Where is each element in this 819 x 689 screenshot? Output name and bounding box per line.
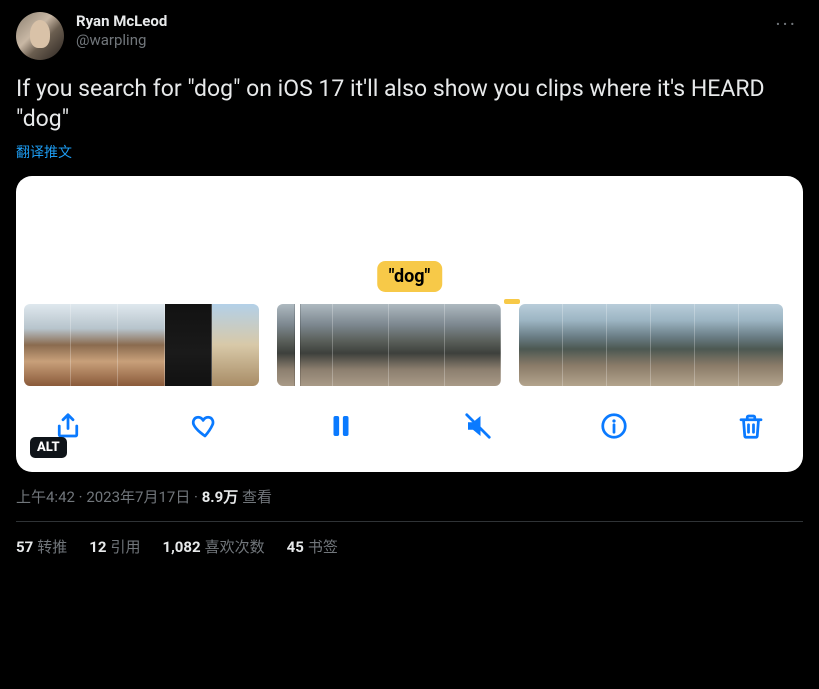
info-button[interactable] (598, 410, 630, 442)
video-frame (212, 304, 259, 386)
video-frame (651, 304, 695, 386)
video-frame (165, 304, 212, 386)
tweet-header: Ryan McLeod @warpling ··· (16, 12, 803, 60)
speaker-muted-icon (463, 411, 493, 441)
avatar[interactable] (16, 12, 64, 60)
tweet-text: If you search for "dog" on iOS 17 it'll … (16, 74, 803, 134)
pause-icon (326, 411, 356, 441)
tweet-meta: 上午4:42 · 2023年7月17日 · 8.9万 查看 (16, 486, 803, 507)
bookmarks-stat[interactable]: 45书签 (287, 536, 338, 557)
clip-group[interactable] (277, 304, 501, 386)
video-frame (695, 304, 739, 386)
scrubber-row[interactable] (16, 292, 803, 398)
search-term-badge: "dog" (377, 261, 443, 292)
retweets-stat[interactable]: 57转推 (16, 536, 67, 557)
info-icon (599, 411, 629, 441)
media-top: "dog" (16, 176, 803, 292)
trash-icon (736, 411, 766, 441)
video-frame (24, 304, 71, 386)
delete-button[interactable] (735, 410, 767, 442)
more-button[interactable]: ··· (769, 12, 803, 36)
playhead[interactable] (295, 304, 300, 386)
views-count: 8.9万 (202, 488, 239, 506)
video-frame (607, 304, 651, 386)
likes-stat[interactable]: 1,082喜欢次数 (162, 536, 264, 557)
heart-icon (190, 411, 220, 441)
video-frame (519, 304, 563, 386)
video-frame (739, 304, 783, 386)
tweet-date[interactable]: 2023年7月17日 (86, 488, 190, 506)
clip-group[interactable] (24, 304, 259, 386)
user-block[interactable]: Ryan McLeod @warpling (76, 12, 167, 50)
quotes-stat[interactable]: 12引用 (89, 536, 140, 557)
tweet-time[interactable]: 上午4:42 (16, 488, 75, 506)
video-frame (71, 304, 118, 386)
display-name: Ryan McLeod (76, 12, 167, 31)
video-frame (389, 304, 445, 386)
video-frame (333, 304, 389, 386)
media-card[interactable]: "dog" (16, 176, 803, 472)
video-frame (118, 304, 165, 386)
favorite-button[interactable] (189, 410, 221, 442)
tweet-container: Ryan McLeod @warpling ··· If you search … (0, 0, 819, 569)
views-label: 查看 (238, 488, 272, 506)
mute-button[interactable] (462, 410, 494, 442)
translate-link[interactable]: 翻译推文 (16, 142, 72, 162)
pause-button[interactable] (325, 410, 357, 442)
video-frame (277, 304, 333, 386)
divider (16, 521, 803, 522)
scrub-marker (504, 299, 520, 304)
user-handle: @warpling (76, 31, 167, 50)
media-toolbar (16, 398, 803, 464)
video-frame (445, 304, 501, 386)
stats-row: 57转推 12引用 1,082喜欢次数 45书签 (16, 536, 803, 557)
clip-group[interactable] (519, 304, 783, 386)
video-frame (563, 304, 607, 386)
alt-badge[interactable]: ALT (30, 437, 67, 458)
